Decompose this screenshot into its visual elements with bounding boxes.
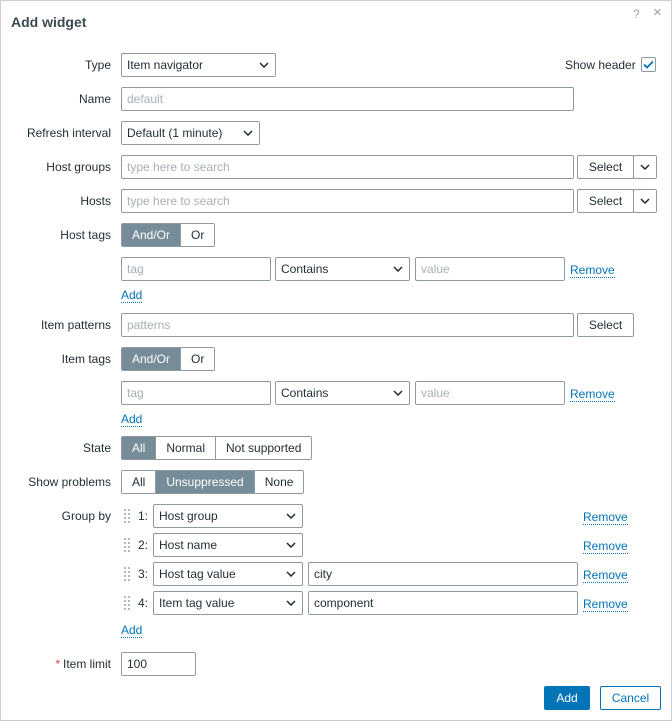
- item-tags-evaltype: And/Or Or: [121, 347, 216, 371]
- required-marker: *: [55, 657, 60, 671]
- group-by-remove-link[interactable]: Remove: [583, 510, 628, 525]
- group-by-attribute-value: Item tag value: [159, 596, 235, 610]
- add-button[interactable]: Add: [544, 686, 590, 710]
- item-limit-input[interactable]: 100: [121, 652, 196, 676]
- item-tag-operator-value: Contains: [281, 386, 329, 400]
- host-tag-add-link[interactable]: Add: [121, 288, 143, 303]
- chevron-down-icon: [640, 198, 650, 204]
- host-tag-operator-value: Contains: [281, 262, 329, 276]
- state-normal-option[interactable]: Normal: [155, 437, 216, 459]
- group-by-attribute-select[interactable]: Host name: [153, 533, 303, 557]
- item-tags-or-option[interactable]: Or: [180, 348, 215, 370]
- show-header-label: Show header: [565, 58, 636, 72]
- group-by-index: 3:: [138, 567, 149, 581]
- item-tag-add-link[interactable]: Add: [121, 412, 143, 427]
- chevron-down-icon: [640, 164, 650, 170]
- show-problems-unsuppressed-option[interactable]: Unsuppressed: [155, 471, 254, 493]
- type-select[interactable]: Item navigator: [121, 53, 276, 77]
- refresh-interval-value: Default (1 minute): [127, 126, 223, 140]
- host-tags-evaltype: And/Or Or: [121, 223, 216, 247]
- group-by-remove-link[interactable]: Remove: [583, 539, 628, 554]
- host-groups-input[interactable]: type here to search: [121, 155, 574, 179]
- host-tags-or-option[interactable]: Or: [180, 224, 215, 246]
- show-problems-segmented: All Unsuppressed None: [121, 470, 305, 494]
- group-by-attribute-select[interactable]: Host group: [153, 504, 303, 528]
- group-by-attribute-value: Host tag value: [159, 567, 236, 581]
- host-groups-select-button[interactable]: Select: [577, 155, 634, 179]
- item-limit-label-text: Item limit: [63, 657, 111, 671]
- name-input[interactable]: default: [121, 87, 574, 111]
- name-label: Name: [78, 92, 111, 106]
- group-by-index: 4:: [138, 596, 149, 610]
- host-groups-label: Host groups: [46, 160, 111, 174]
- host-groups-dropdown-button[interactable]: [633, 155, 657, 179]
- add-widget-dialog: Add widget ? × Type Item navigator Show …: [0, 0, 672, 721]
- drag-handle-icon[interactable]: [123, 595, 131, 611]
- item-tag-remove-link[interactable]: Remove: [570, 387, 615, 402]
- group-by-attribute-select[interactable]: Host tag value: [153, 562, 303, 586]
- host-tag-remove-link[interactable]: Remove: [570, 263, 615, 278]
- group-by-label: Group by: [61, 509, 111, 523]
- item-tags-andor-option[interactable]: And/Or: [122, 348, 181, 370]
- cancel-button[interactable]: Cancel: [600, 686, 661, 710]
- hosts-dropdown-button[interactable]: [633, 189, 657, 213]
- item-patterns-input[interactable]: patterns: [121, 313, 574, 337]
- group-by-attribute-select[interactable]: Item tag value: [153, 591, 303, 615]
- drag-handle-icon[interactable]: [123, 508, 131, 524]
- group-by-attribute-value: Host name: [159, 538, 218, 552]
- chevron-down-icon: [286, 505, 296, 527]
- dialog-title: Add widget: [11, 14, 87, 30]
- drag-handle-icon[interactable]: [123, 537, 131, 553]
- state-all-option[interactable]: All: [122, 437, 156, 459]
- chevron-down-icon: [393, 382, 403, 404]
- show-problems-label: Show problems: [28, 475, 111, 489]
- chevron-down-icon: [286, 592, 296, 614]
- chevron-down-icon: [393, 258, 403, 280]
- item-tag-operator-select[interactable]: Contains: [275, 381, 410, 405]
- group-by-remove-link[interactable]: Remove: [583, 568, 628, 583]
- group-by-tag-name-input[interactable]: city: [308, 562, 578, 586]
- show-problems-none-option[interactable]: None: [253, 471, 304, 493]
- hosts-input[interactable]: type here to search: [121, 189, 574, 213]
- group-by-attribute-value: Host group: [159, 509, 218, 523]
- item-tags-label: Item tags: [61, 352, 111, 366]
- group-by-tag-name-input[interactable]: component: [308, 591, 578, 615]
- host-tags-label: Host tags: [60, 228, 111, 242]
- chevron-down-icon: [243, 122, 253, 144]
- host-tag-name-input[interactable]: tag: [121, 257, 271, 281]
- type-value: Item navigator: [127, 58, 204, 72]
- item-patterns-label: Item patterns: [40, 318, 111, 332]
- checkmark-icon: [643, 60, 654, 69]
- group-by-index: 1:: [138, 509, 149, 523]
- hosts-label: Hosts: [80, 194, 111, 208]
- state-not-supported-option[interactable]: Not supported: [215, 437, 312, 459]
- close-icon[interactable]: ×: [653, 4, 662, 21]
- chevron-down-icon: [286, 534, 296, 556]
- state-label: State: [82, 441, 111, 455]
- item-patterns-select-button[interactable]: Select: [577, 313, 634, 337]
- item-tag-value-input[interactable]: value: [415, 381, 565, 405]
- group-by-index: 2:: [138, 538, 149, 552]
- chevron-down-icon: [286, 563, 296, 585]
- group-by-remove-link[interactable]: Remove: [583, 597, 628, 612]
- item-limit-label: * Item limit: [1, 652, 111, 676]
- host-tag-value-input[interactable]: value: [415, 257, 565, 281]
- drag-handle-icon[interactable]: [123, 566, 131, 582]
- type-label: Type: [84, 58, 111, 72]
- refresh-interval-select[interactable]: Default (1 minute): [121, 121, 260, 145]
- state-segmented: All Normal Not supported: [121, 436, 313, 460]
- refresh-interval-label: Refresh interval: [26, 126, 111, 140]
- chevron-down-icon: [259, 54, 269, 76]
- item-tag-name-input[interactable]: tag: [121, 381, 271, 405]
- host-tags-andor-option[interactable]: And/Or: [122, 224, 181, 246]
- help-icon[interactable]: ?: [633, 7, 640, 21]
- host-tag-operator-select[interactable]: Contains: [275, 257, 410, 281]
- show-header-checkbox[interactable]: [641, 57, 656, 72]
- group-by-add-link[interactable]: Add: [121, 623, 143, 638]
- show-problems-all-option[interactable]: All: [122, 471, 156, 493]
- hosts-select-button[interactable]: Select: [577, 189, 634, 213]
